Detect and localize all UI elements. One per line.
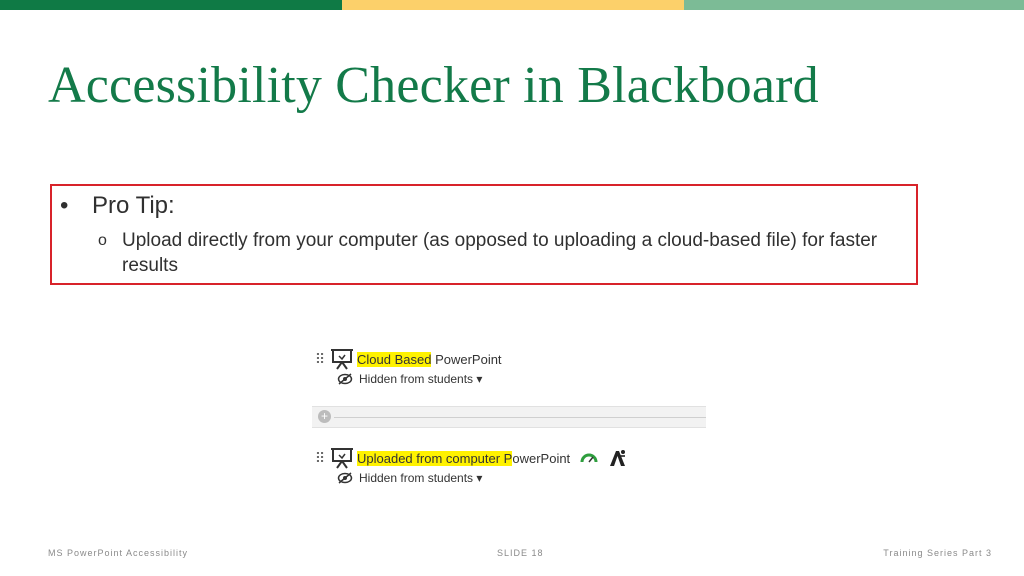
- ally-accessibility-icon[interactable]: [608, 449, 626, 467]
- highlighted-text: Cloud Based: [357, 351, 432, 367]
- visibility-toggle-2[interactable]: Hidden from students ▾: [337, 471, 482, 485]
- highlighted-text: Uploaded from computer P: [357, 450, 513, 466]
- drag-handle-icon[interactable]: ⠿: [310, 351, 330, 368]
- pro-tip-bullet: • Pro Tip:: [60, 192, 175, 220]
- pro-tip-sub-bullet: o Upload directly from your computer (as…: [98, 228, 918, 278]
- slide-title: Accessibility Checker in Blackboard: [48, 57, 819, 114]
- eye-slash-icon: [337, 472, 353, 484]
- visibility-toggle-1[interactable]: Hidden from students ▾: [337, 372, 482, 386]
- pro-tip-heading: Pro Tip:: [92, 192, 175, 219]
- title-rest: owerPoint: [512, 450, 571, 466]
- plus-icon[interactable]: +: [318, 410, 331, 423]
- top-color-bar: [0, 0, 1024, 10]
- content-item-cloud[interactable]: ⠿ Cloud Based PowerPoint: [310, 348, 502, 370]
- footer-slide-number: SLIDE 18: [497, 548, 544, 558]
- color-bar-green: [0, 0, 342, 10]
- color-bar-yellow: [342, 0, 684, 10]
- pro-tip-detail: Upload directly from your computer (as o…: [122, 230, 878, 276]
- sub-bullet-marker: o: [98, 232, 107, 249]
- content-item-uploaded[interactable]: ⠿ Uploaded from computer PowerPoint: [310, 447, 626, 469]
- presentation-icon: [331, 448, 353, 469]
- divider-line: [334, 417, 706, 418]
- accessibility-score-gauge-icon[interactable]: [580, 451, 598, 465]
- visibility-label: Hidden from students ▾: [359, 372, 483, 386]
- drag-handle-icon[interactable]: ⠿: [310, 450, 330, 467]
- content-item-title[interactable]: Uploaded from computer PowerPoint: [357, 450, 571, 466]
- eye-slash-icon: [337, 373, 353, 385]
- content-item-title[interactable]: Cloud Based PowerPoint: [357, 351, 502, 367]
- color-bar-light-green: [684, 0, 1024, 10]
- blackboard-content-screenshot: ⠿ Cloud Based PowerPoint Hidden from stu…: [310, 328, 706, 498]
- pro-tip-box: • Pro Tip: o Upload directly from your c…: [50, 184, 918, 285]
- footer-left: MS PowerPoint Accessibility: [48, 548, 189, 558]
- add-content-divider[interactable]: +: [312, 406, 706, 428]
- title-rest: PowerPoint: [431, 351, 502, 367]
- bullet-dot: •: [60, 192, 69, 219]
- presentation-icon: [331, 349, 353, 370]
- visibility-label: Hidden from students ▾: [359, 471, 483, 485]
- footer-right: Training Series Part 3: [883, 548, 992, 558]
